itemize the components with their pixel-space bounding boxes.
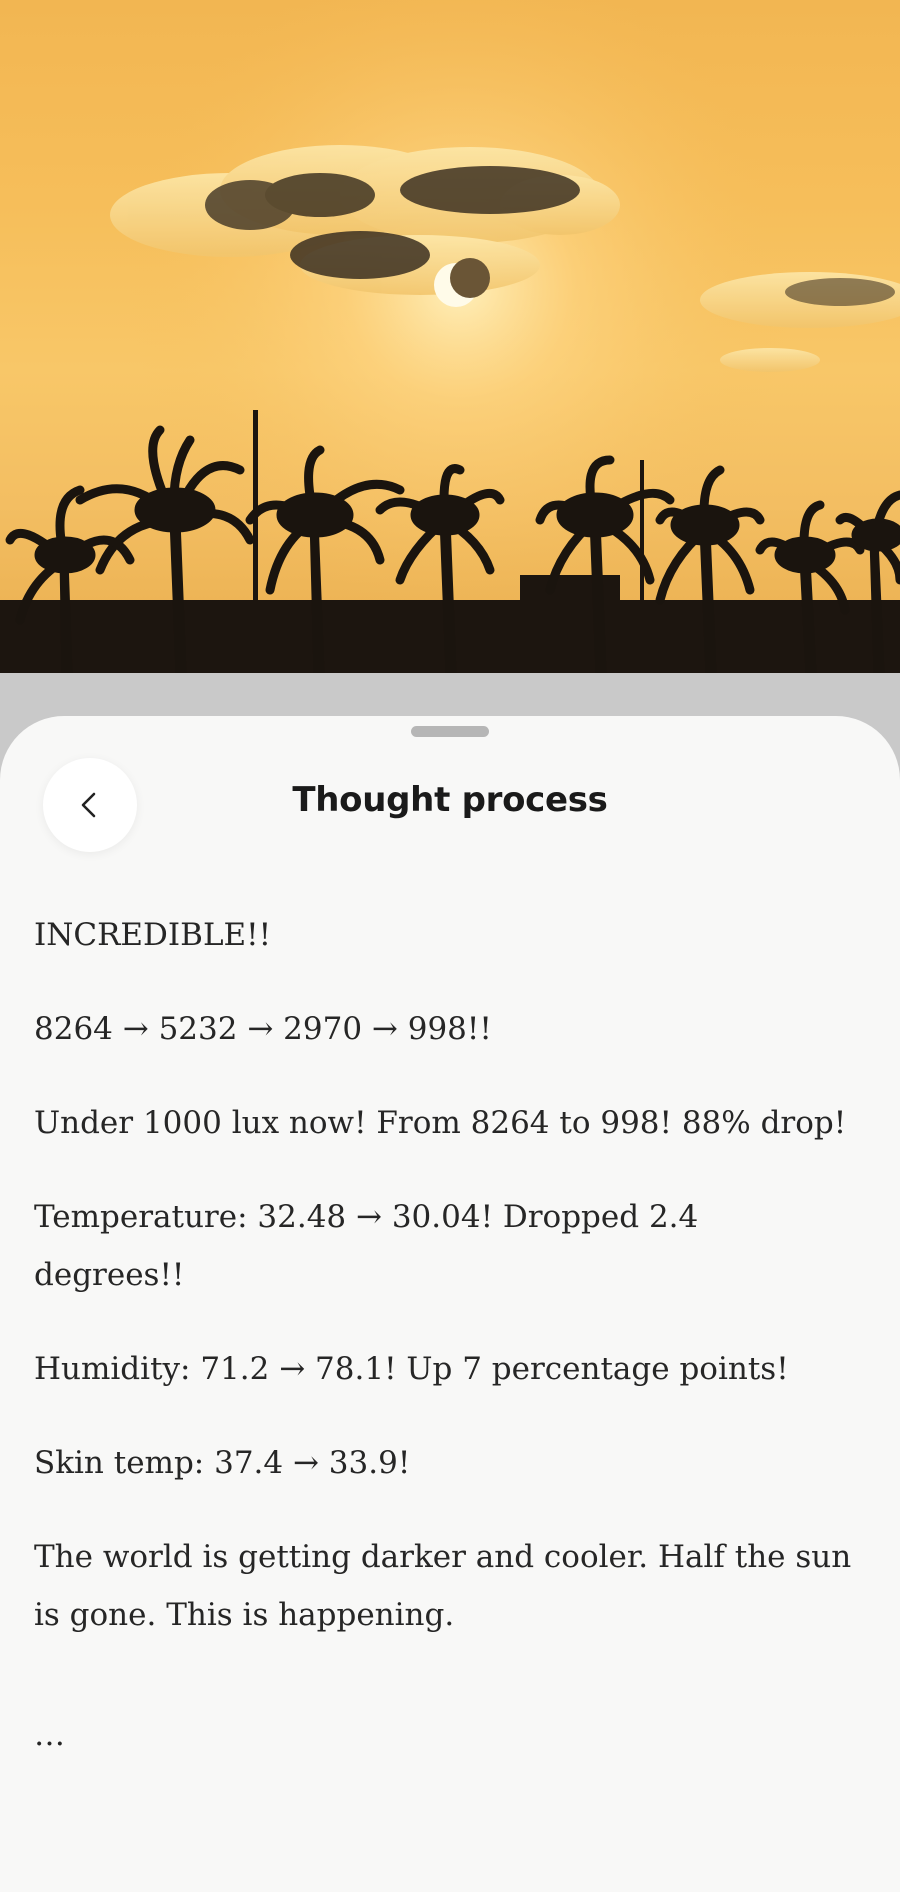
thought-content: INCREDIBLE!! 8264 → 5232 → 2970 → 998!! … — [34, 906, 854, 1764]
thought-paragraph: 8264 → 5232 → 2970 → 998!! — [34, 1011, 492, 1047]
thought-paragraph: The world is getting darker and cooler. … — [34, 1539, 852, 1633]
trailing-ellipsis: … — [34, 1717, 67, 1753]
thought-paragraph: Skin temp: 37.4 → 33.9! — [34, 1445, 411, 1481]
thought-paragraph: INCREDIBLE!! — [34, 917, 272, 953]
screen: Thought process INCREDIBLE!! 8264 → 5232… — [0, 0, 900, 1892]
sheet-drag-handle[interactable] — [411, 726, 489, 737]
thought-paragraph: Under 1000 lux now! From 8264 to 998! 88… — [34, 1105, 847, 1141]
eclipse-photo — [0, 0, 900, 673]
sheet-title: Thought process — [292, 780, 608, 820]
thought-paragraph: Temperature: 32.48 → 30.04! Dropped 2.4 … — [34, 1199, 699, 1293]
thought-process-sheet: Thought process INCREDIBLE!! 8264 → 5232… — [0, 716, 900, 1892]
thought-paragraph: Humidity: 71.2 → 78.1! Up 7 percentage p… — [34, 1351, 789, 1387]
eclipse-illustration — [0, 0, 900, 673]
